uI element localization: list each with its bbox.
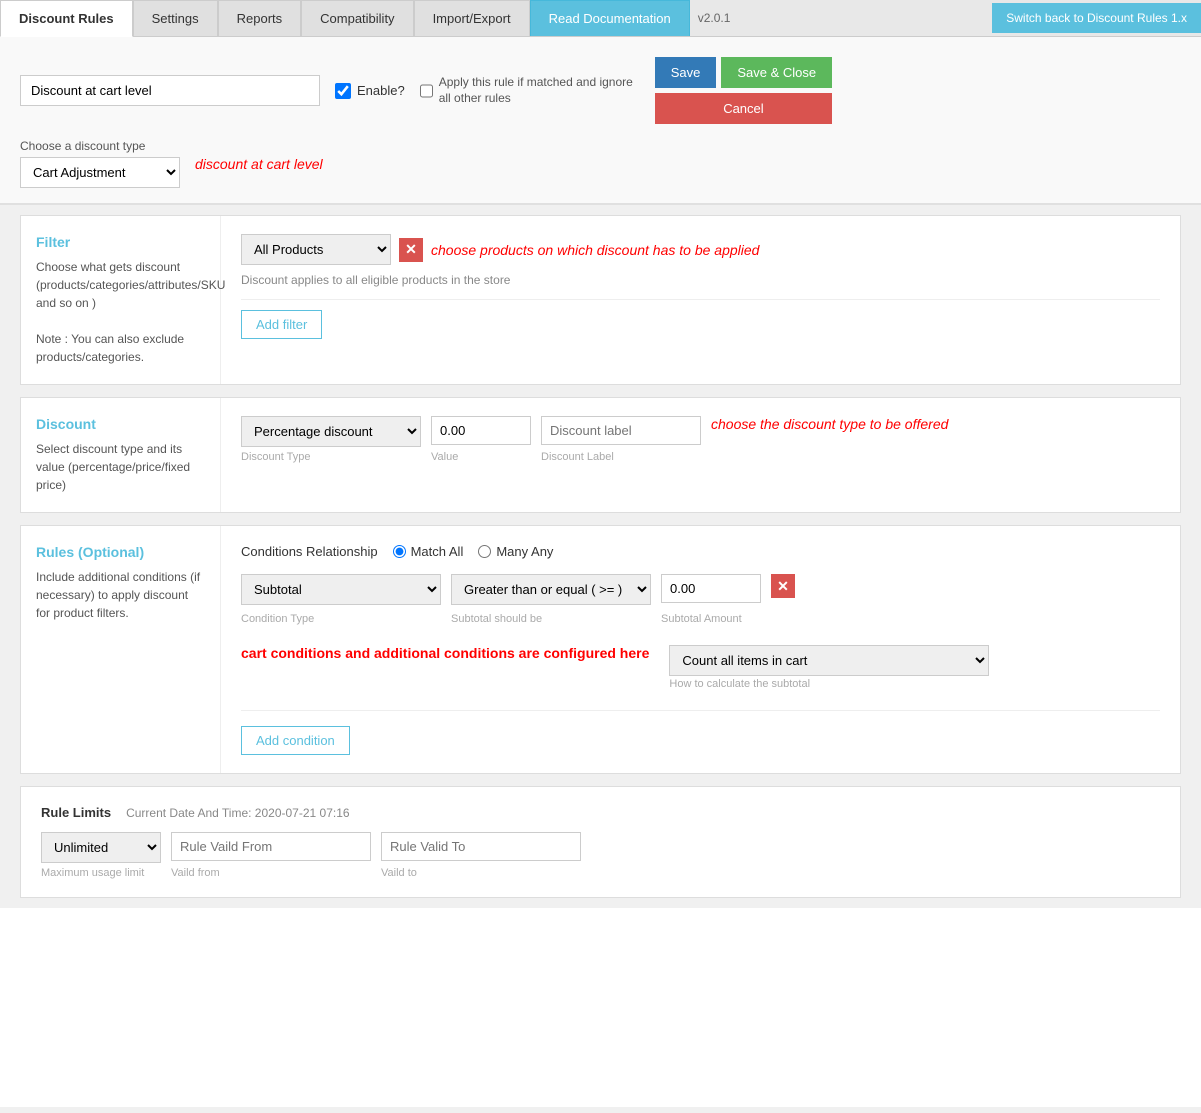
top-form: Enable? Apply this rule if matched and i… — [0, 37, 1201, 205]
cond-type-label: Condition Type — [241, 613, 441, 625]
tab-read-documentation[interactable]: Read Documentation — [530, 0, 690, 36]
filter-section: Filter Choose what gets discount (produc… — [20, 215, 1181, 385]
discount-type-annotation: discount at cart level — [195, 156, 323, 172]
discount-desc: Select discount type and its value (perc… — [36, 440, 205, 494]
condition-labels: Condition Type Subtotal should be Subtot… — [241, 613, 1160, 625]
limits-valid-from-input[interactable] — [171, 832, 371, 861]
remove-condition-button[interactable]: ✕ — [771, 574, 795, 598]
rule-name-input[interactable] — [20, 75, 320, 106]
filter-annotation: choose products on which discount has to… — [431, 242, 759, 258]
limits-from-label: Vaild from — [171, 867, 371, 879]
save-close-button[interactable]: Save & Close — [721, 57, 832, 88]
ignore-rule-group: Apply this rule if matched and ignore al… — [420, 75, 640, 106]
many-any-radio[interactable] — [478, 545, 491, 558]
limits-max-label: Maximum usage limit — [41, 867, 161, 879]
filter-section-left: Filter Choose what gets discount (produc… — [21, 216, 221, 384]
limits-to-label: Vaild to — [381, 867, 581, 879]
rules-annotation: cart conditions and additional condition… — [241, 645, 649, 661]
filter-title: Filter — [36, 234, 205, 250]
rules-section: Rules (Optional) Include additional cond… — [20, 525, 1181, 774]
condition-calc-select[interactable]: Count all items in cart Sum of quantitie… — [669, 645, 989, 676]
discount-row: Percentage discount Fixed discount Fixed… — [241, 416, 1160, 447]
rules-title: Rules (Optional) — [36, 544, 205, 560]
tab-settings[interactable]: Settings — [133, 0, 218, 36]
rule-limits-section: Rule Limits Current Date And Time: 2020-… — [20, 786, 1181, 898]
discount-value-input[interactable] — [431, 416, 531, 445]
conditions-relationship: Conditions Relationship Match All Many A… — [241, 544, 1160, 559]
filter-divider — [241, 299, 1160, 300]
discount-type-select[interactable]: Cart Adjustment Product Discount Buy X G… — [20, 157, 180, 188]
action-buttons: Save Save & Close Cancel — [655, 57, 832, 124]
filter-type-select[interactable]: All Products Specific Products Categorie… — [241, 234, 391, 265]
condition-value-input[interactable] — [661, 574, 761, 603]
discount-section: Discount Select discount type and its va… — [20, 397, 1181, 513]
cancel-button[interactable]: Cancel — [655, 93, 832, 124]
discount-label-field-label: Discount Label — [541, 451, 701, 463]
discount-value-field-label: Value — [431, 451, 531, 463]
cond-amount-label: Subtotal Amount — [661, 613, 761, 625]
discount-type-dropdown[interactable]: Percentage discount Fixed discount Fixed… — [241, 416, 421, 447]
discount-annotation: choose the discount type to be offered — [711, 416, 948, 432]
filter-desc: Choose what gets discount (products/cate… — [36, 258, 205, 366]
condition-calc-row: Count all items in cart Sum of quantitie… — [669, 645, 989, 690]
tab-compatibility[interactable]: Compatibility — [301, 0, 413, 36]
add-filter-button[interactable]: Add filter — [241, 310, 322, 339]
discount-section-left: Discount Select discount type and its va… — [21, 398, 221, 512]
condition-operator-select[interactable]: Greater than or equal ( >= ) Less than (… — [451, 574, 651, 605]
limits-valid-to-input[interactable] — [381, 832, 581, 861]
match-all-label: Match All — [411, 544, 464, 559]
filter-row: All Products Specific Products Categorie… — [241, 234, 1160, 265]
many-any-label: Many Any — [496, 544, 553, 559]
filter-section-right: All Products Specific Products Categorie… — [221, 216, 1180, 384]
rule-limits-date: Current Date And Time: 2020-07-21 07:16 — [126, 806, 349, 820]
tab-discount-rules[interactable]: Discount Rules — [0, 0, 133, 37]
enable-group: Enable? — [335, 83, 405, 99]
tab-reports[interactable]: Reports — [218, 0, 302, 36]
remove-filter-button[interactable]: ✕ — [399, 238, 423, 262]
enable-label: Enable? — [357, 83, 405, 98]
switch-back-button[interactable]: Switch back to Discount Rules 1.x — [992, 3, 1201, 33]
discount-label-input[interactable] — [541, 416, 701, 445]
condition-type-select[interactable]: Subtotal Item Count Weight Customer Grou… — [241, 574, 441, 605]
filter-hint: Discount applies to all eligible product… — [241, 273, 1160, 287]
main-content: Enable? Apply this rule if matched and i… — [0, 37, 1201, 1107]
many-any-radio-group[interactable]: Many Any — [478, 544, 553, 559]
ignore-rule-label: Apply this rule if matched and ignore al… — [439, 75, 640, 106]
discount-field-labels: Discount Type Value Discount Label — [241, 451, 1160, 463]
limits-usage-select[interactable]: Unlimited 1 5 10 100 — [41, 832, 161, 863]
enable-checkbox[interactable] — [335, 83, 351, 99]
match-all-radio[interactable] — [393, 545, 406, 558]
sections: Filter Choose what gets discount (produc… — [0, 205, 1201, 908]
ignore-rule-checkbox[interactable] — [420, 83, 433, 99]
limits-labels: Maximum usage limit Vaild from Vaild to — [41, 867, 1160, 879]
conditions-relationship-label: Conditions Relationship — [241, 544, 378, 559]
tab-import-export[interactable]: Import/Export — [414, 0, 530, 36]
save-button[interactable]: Save — [655, 57, 717, 88]
rule-limits-title: Rule Limits — [41, 805, 111, 820]
rules-desc: Include additional conditions (if necess… — [36, 568, 205, 622]
discount-type-label: Choose a discount type — [20, 139, 180, 153]
match-all-radio-group[interactable]: Match All — [393, 544, 464, 559]
rule-limits-row: Unlimited 1 5 10 100 — [41, 832, 1160, 863]
condition-row: Subtotal Item Count Weight Customer Grou… — [241, 574, 1160, 605]
rules-section-left: Rules (Optional) Include additional cond… — [21, 526, 221, 773]
version-label: v2.0.1 — [690, 1, 739, 35]
discount-section-right: Percentage discount Fixed discount Fixed… — [221, 398, 1180, 512]
condition-calc-label: How to calculate the subtotal — [669, 678, 989, 690]
tab-bar: Discount Rules Settings Reports Compatib… — [0, 0, 1201, 37]
add-condition-button[interactable]: Add condition — [241, 726, 350, 755]
rules-section-right: Conditions Relationship Match All Many A… — [221, 526, 1180, 773]
rule-limits-header: Rule Limits Current Date And Time: 2020-… — [41, 805, 1160, 820]
discount-type-field-label: Discount Type — [241, 451, 421, 463]
discount-title: Discount — [36, 416, 205, 432]
cond-subtotal-label: Subtotal should be — [451, 613, 651, 625]
